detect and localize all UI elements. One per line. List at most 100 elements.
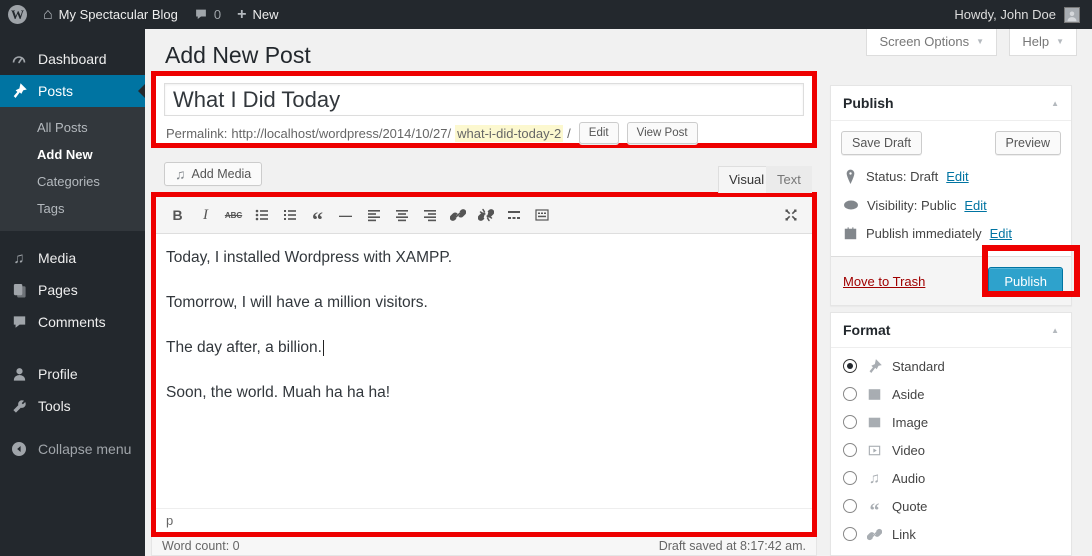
help-tab[interactable]: Help ▼ (1009, 29, 1077, 56)
collapse-panel-icon[interactable]: ▲ (1051, 326, 1059, 335)
format-option-image[interactable]: Image (843, 413, 1059, 431)
strikethrough-icon[interactable]: ABC (220, 203, 247, 227)
wordpress-menu[interactable]: W (8, 0, 27, 29)
text-cursor (323, 340, 324, 356)
toolbar-toggle-icon[interactable] (528, 203, 555, 227)
howdy-account-link[interactable]: Howdy, John Doe (954, 7, 1056, 22)
editor-content-area[interactable]: Today, I installed Wordpress with XAMPP.… (156, 234, 812, 508)
sidebar-item-tools[interactable]: Tools (0, 390, 145, 422)
calendar-icon (843, 226, 858, 241)
distraction-free-icon[interactable] (777, 203, 804, 227)
radio-standard[interactable] (843, 359, 857, 373)
sidebar-item-posts[interactable]: Posts (0, 75, 145, 107)
posts-submenu: All Posts Add New Categories Tags (0, 107, 145, 231)
word-count: Word count: 0 (162, 539, 240, 553)
align-center-icon[interactable] (388, 203, 415, 227)
format-option-quote[interactable]: “ Quote (843, 497, 1059, 515)
sidebar-item-all-posts[interactable]: All Posts (0, 114, 145, 141)
new-content-menu[interactable]: + New (237, 0, 278, 29)
radio-quote[interactable] (843, 499, 857, 513)
sidebar-item-profile[interactable]: Profile (0, 358, 145, 390)
add-media-button[interactable]: ♫ Add Media (164, 162, 262, 186)
post-title-input[interactable] (164, 83, 804, 116)
pushpin-icon (10, 82, 28, 100)
sidebar-item-dashboard[interactable]: Dashboard (0, 43, 145, 75)
permalink-suffix: / (567, 126, 571, 141)
align-left-icon[interactable] (360, 203, 387, 227)
radio-link[interactable] (843, 527, 857, 541)
profile-icon (10, 365, 28, 383)
save-draft-button[interactable]: Save Draft (841, 131, 922, 155)
sidebar-item-comments[interactable]: Comments (0, 306, 145, 338)
editor-paragraph: Soon, the world. Muah ha ha ha! (166, 383, 802, 404)
edit-schedule-link[interactable]: Edit (990, 226, 1012, 241)
home-icon: ⌂ (43, 7, 53, 23)
numbered-list-icon[interactable] (276, 203, 303, 227)
format-option-standard[interactable]: Standard (843, 357, 1059, 375)
editor-path-bar: p (156, 508, 812, 532)
format-option-audio[interactable]: ♫ Audio (843, 469, 1059, 487)
edit-visibility-link[interactable]: Edit (964, 198, 986, 213)
format-label: Standard (892, 359, 945, 374)
sidebar-item-categories[interactable]: Categories (0, 168, 145, 195)
insert-more-tag-icon[interactable] (500, 203, 527, 227)
add-media-label: Add Media (192, 167, 252, 181)
post-status-pin-icon (843, 169, 858, 184)
permalink-row: Permalink: http://localhost/wordpress/20… (166, 122, 812, 144)
permalink-label: Permalink: (166, 126, 227, 141)
view-post-button[interactable]: View Post (627, 122, 698, 144)
format-option-link[interactable]: Link (843, 525, 1059, 543)
insert-link-icon[interactable] (444, 203, 471, 227)
editor-status-bar: Word count: 0 Draft saved at 8:17:42 am. (151, 537, 817, 556)
radio-image[interactable] (843, 415, 857, 429)
bulleted-list-icon[interactable] (248, 203, 275, 227)
aside-note-icon (866, 386, 883, 403)
status-row: Status: Draft Edit (843, 169, 1059, 184)
horizontal-rule-icon[interactable]: — (332, 203, 359, 227)
publish-panel-header: Publish ▲ (831, 86, 1071, 121)
chevron-down-icon: ▼ (1056, 37, 1064, 46)
sidebar-item-collapse-menu[interactable]: Collapse menu (0, 433, 145, 465)
edit-status-link[interactable]: Edit (946, 169, 968, 184)
site-name-link[interactable]: ⌂ My Spectacular Blog (43, 0, 178, 29)
bold-icon[interactable]: B (164, 203, 191, 227)
radio-aside[interactable] (843, 387, 857, 401)
word-count-value: 0 (233, 539, 240, 553)
tab-text[interactable]: Text (766, 166, 812, 193)
schedule-row: Publish immediately Edit (843, 226, 1059, 241)
blockquote-icon[interactable]: “ (304, 203, 331, 227)
preview-button[interactable]: Preview (995, 131, 1061, 155)
user-avatar (1064, 7, 1080, 23)
sidebar-item-label: Pages (38, 282, 78, 298)
edit-permalink-button[interactable]: Edit (579, 122, 619, 144)
sidebar-item-label: Profile (38, 366, 78, 382)
comment-bubble-icon (194, 8, 208, 21)
sidebar-item-tags[interactable]: Tags (0, 195, 145, 222)
editor-toolbar: B I ABC “ — (156, 197, 812, 234)
format-option-video[interactable]: Video (843, 441, 1059, 459)
quote-icon: “ (866, 498, 883, 515)
image-icon (866, 414, 883, 431)
collapse-panel-icon[interactable]: ▲ (1051, 99, 1059, 108)
publish-button[interactable]: Publish (988, 267, 1063, 296)
align-right-icon[interactable] (416, 203, 443, 227)
comments-shortcut[interactable]: 0 (194, 0, 221, 29)
sidebar-item-add-new[interactable]: Add New (0, 141, 145, 168)
sidebar-item-label: Posts (38, 83, 73, 99)
remove-link-icon[interactable] (472, 203, 499, 227)
radio-video[interactable] (843, 443, 857, 457)
screen-options-label: Screen Options (879, 34, 969, 49)
move-to-trash-link[interactable]: Move to Trash (843, 274, 925, 289)
publish-panel: Publish ▲ Save Draft Preview Status: Dra… (830, 85, 1072, 306)
person-icon (1066, 10, 1078, 22)
sidebar-item-media[interactable]: ♫ Media (0, 242, 145, 274)
draft-saved-status: Draft saved at 8:17:42 am. (659, 539, 806, 553)
format-panel: Format ▲ Standard Aside Image Video ♫ Au… (830, 312, 1072, 556)
radio-audio[interactable] (843, 471, 857, 485)
screen-options-tab[interactable]: Screen Options ▼ (866, 29, 997, 56)
italic-icon[interactable]: I (192, 203, 219, 227)
sidebar-item-pages[interactable]: Pages (0, 274, 145, 306)
admin-sidebar: Dashboard Posts All Posts Add New Catego… (0, 29, 145, 556)
permalink-slug: what-i-did-today-2 (455, 125, 563, 142)
format-option-aside[interactable]: Aside (843, 385, 1059, 403)
